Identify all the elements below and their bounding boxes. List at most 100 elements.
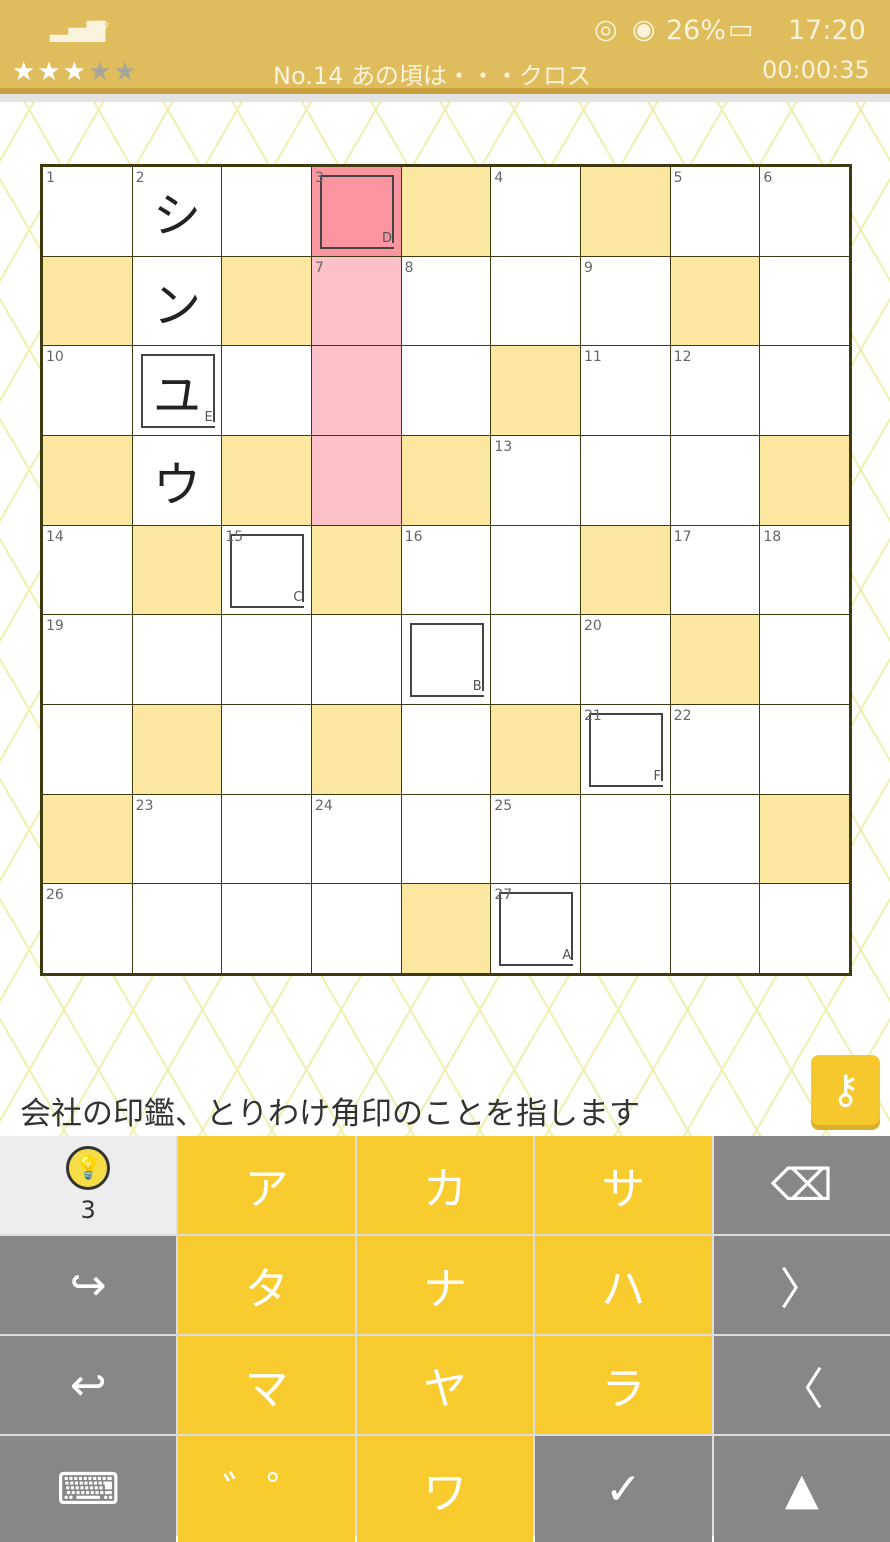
grid-cell[interactable] [670, 884, 760, 973]
kana-key[interactable]: タ [178, 1236, 355, 1334]
cell-number: 22 [673, 707, 692, 724]
grid-cell[interactable]: C 15 [222, 525, 311, 615]
grid-cell[interactable]: 17 [670, 525, 760, 615]
kana-key[interactable]: ヤ [356, 1336, 534, 1434]
grid-cell[interactable] [222, 884, 311, 973]
grid-cell[interactable]: 11 [580, 346, 670, 435]
grid-cell[interactable] [760, 704, 849, 794]
grid-cell[interactable] [760, 346, 849, 435]
grid-cell[interactable] [491, 525, 580, 615]
cell-number: 26 [46, 887, 64, 904]
grid-cell[interactable]: Eユ [132, 346, 222, 435]
grid-cell[interactable] [670, 794, 760, 884]
grid-cell[interactable] [401, 704, 491, 794]
block-cell [401, 435, 491, 525]
wifi-icon: ⌔ [88, 14, 114, 45]
kana-key[interactable]: ラ [535, 1336, 712, 1434]
grid-cell[interactable]: 10 [43, 346, 132, 435]
grid-cell[interactable] [760, 615, 849, 704]
backspace-button[interactable]: ⌫ [713, 1136, 890, 1234]
grid-cell[interactable]: 1 [43, 167, 132, 256]
cell-number: 12 [673, 349, 692, 366]
kana-key[interactable]: ワ [356, 1436, 534, 1542]
grid-cell[interactable] [132, 615, 222, 704]
block-cell [311, 525, 401, 615]
grid-cell[interactable] [401, 794, 491, 884]
grid-cell[interactable]: 24 [311, 794, 401, 884]
grid-cell[interactable]: 14 [43, 525, 132, 615]
grid-cell[interactable] [491, 256, 580, 346]
grid-cell[interactable] [222, 615, 311, 704]
prev-button[interactable]: 〈 [713, 1336, 890, 1434]
grid-cell[interactable]: 16 [401, 525, 491, 615]
grid-cell[interactable] [222, 167, 311, 256]
kana-key[interactable]: ハ [535, 1236, 712, 1334]
grid-cell[interactable]: 18 [760, 525, 849, 615]
block-cell [132, 704, 222, 794]
confirm-button[interactable]: ✓ [535, 1436, 712, 1542]
hint-button[interactable]: 💡 3 [0, 1136, 177, 1234]
dakuten-button[interactable]: ゛゜ [178, 1436, 355, 1542]
status-bar: ▂▄▆ ⌔ ◎ ◉ 26% ▭ 17:20 ★★★★★ No.14 あの頃は・・… [0, 0, 890, 94]
key-label: ワ [422, 1468, 467, 1519]
grid-cell[interactable]: D3 [311, 167, 401, 256]
grid-cell[interactable] [760, 884, 849, 973]
kana-key[interactable]: マ [178, 1336, 355, 1434]
grid-cell[interactable]: 4 [491, 167, 580, 256]
key-letter-label: A [562, 948, 572, 964]
grid-cell[interactable] [311, 884, 401, 973]
grid-cell[interactable]: ウ [132, 435, 222, 525]
grid-cell[interactable]: 8 [401, 256, 491, 346]
grid-cell[interactable] [43, 704, 132, 794]
keyboard-toggle-button[interactable]: ⌨ [0, 1436, 177, 1542]
grid-cell[interactable]: 23 [132, 794, 222, 884]
grid-cell[interactable] [222, 704, 311, 794]
up-button[interactable]: ▲ [713, 1436, 890, 1542]
grid-cell[interactable]: 20 [580, 615, 670, 704]
grid-cell[interactable]: F 21 [580, 704, 670, 794]
grid-cell[interactable]: 13 [491, 435, 580, 525]
next-button[interactable]: 〉 [713, 1236, 890, 1334]
block-cell [670, 615, 760, 704]
grid-cell[interactable]: 22 [670, 704, 760, 794]
eye-icon: ◉ [632, 14, 656, 45]
grid-cell[interactable] [311, 615, 401, 704]
grid-cell[interactable]: ン [132, 256, 222, 346]
grid-cell[interactable] [222, 794, 311, 884]
grid-cell[interactable] [491, 615, 580, 704]
grid-cell[interactable] [311, 346, 401, 435]
redo-button[interactable]: ↪ [0, 1236, 177, 1334]
star-icon: ★ [62, 57, 88, 87]
grid-cell[interactable]: 5 [670, 167, 760, 256]
grid-cell[interactable] [670, 435, 760, 525]
block-cell [580, 525, 670, 615]
undo-button[interactable]: ↩ [0, 1336, 177, 1434]
grid-cell[interactable]: 6 [760, 167, 849, 256]
grid-cell[interactable]: B [401, 615, 491, 704]
grid-cell[interactable] [580, 884, 670, 973]
key-label: 〉 [779, 1264, 824, 1315]
key-label: ゛゜ [222, 1468, 311, 1519]
grid-cell[interactable]: 25 [491, 794, 580, 884]
grid-cell[interactable]: A 27 [491, 884, 580, 973]
grid-cell[interactable]: 2シ [132, 167, 222, 256]
kana-key[interactable]: ナ [356, 1236, 534, 1334]
grid-cell[interactable] [401, 346, 491, 435]
grid-cell[interactable] [580, 794, 670, 884]
grid-cell[interactable] [760, 256, 849, 346]
grid-cell[interactable] [580, 435, 670, 525]
grid-cell[interactable]: 19 [43, 615, 132, 704]
kana-key[interactable]: カ [356, 1136, 534, 1234]
cell-number: 11 [583, 349, 602, 366]
grid-cell[interactable] [222, 346, 311, 435]
grid-cell[interactable]: 7 [311, 256, 401, 346]
kana-key[interactable]: ア [178, 1136, 355, 1234]
grid-cell[interactable]: 12 [670, 346, 760, 435]
kana-key[interactable]: サ [535, 1136, 712, 1234]
key-letter-box: D [319, 175, 394, 249]
grid-cell[interactable] [311, 435, 401, 525]
answer-key-button[interactable]: ⚷ [811, 1055, 880, 1125]
grid-cell[interactable]: 9 [580, 256, 670, 346]
grid-cell[interactable] [132, 884, 222, 973]
grid-cell[interactable]: 26 [43, 884, 132, 973]
